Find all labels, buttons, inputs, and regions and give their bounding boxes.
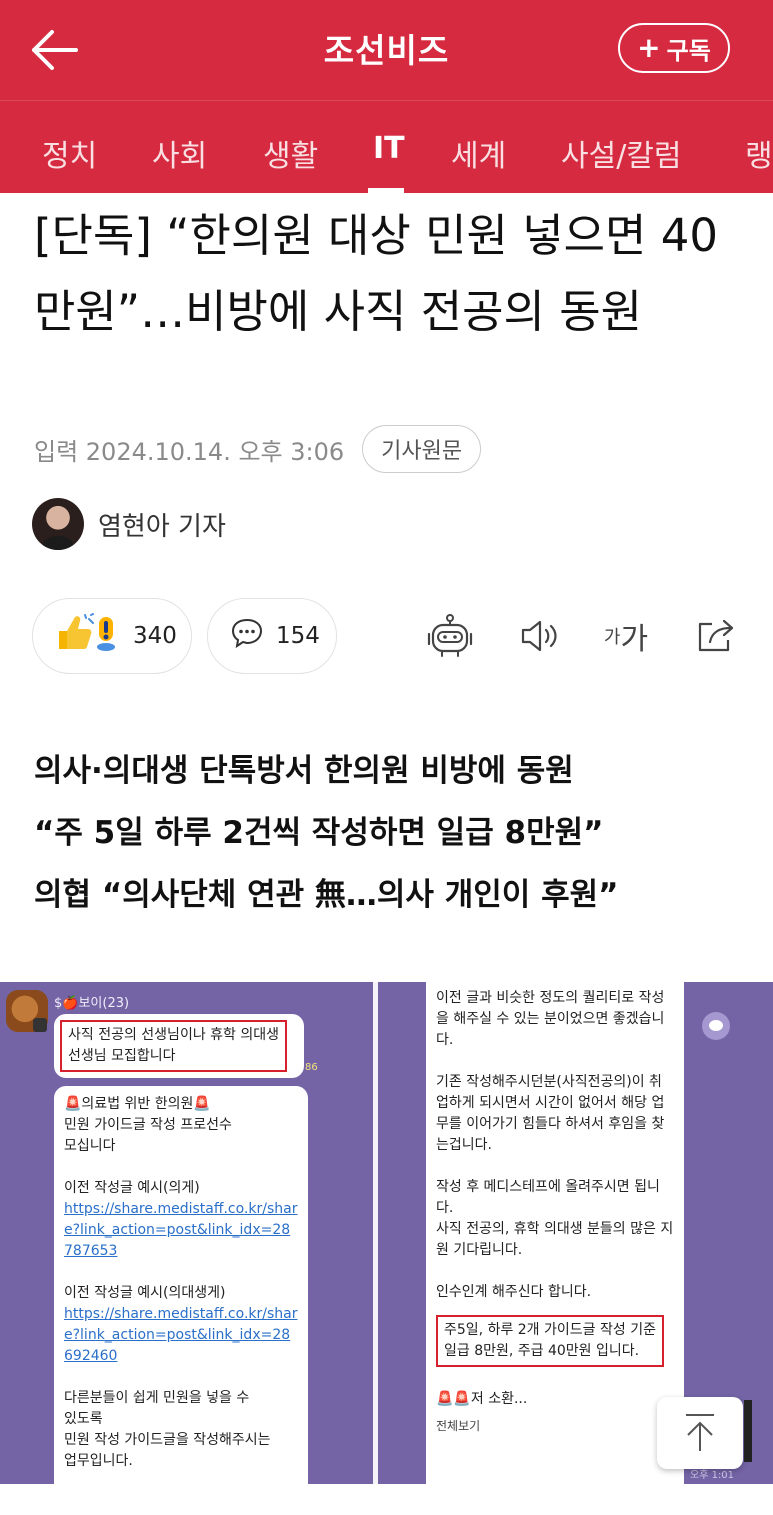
article-summary: 의사·의대생 단톡방서 한의원 비방에 동원 “주 5일 하루 2건씩 작성하면… [34, 740, 744, 926]
font-small-glyph: 가 [603, 627, 621, 648]
chat-line: 모십니다 [64, 1138, 116, 1154]
font-size-icon[interactable]: 가가 [600, 610, 652, 662]
chat-paragraph: 이전 글과 비슷한 정도의 퀄리티로 작성을 해주실 수 있는 분이었으면 좋겠… [436, 990, 665, 1048]
original-article-button[interactable]: 기사원문 [362, 425, 482, 473]
tts-speaker-icon[interactable] [514, 610, 566, 662]
chat-line: 선생님 모집합니다 [68, 1048, 176, 1064]
chat-line: 이전 작성글 예시(의게) [64, 1180, 200, 1196]
chat-paragraph: 사직 전공의, 휴학 의대생 분들의 많은 지원 기다립니다. [436, 1221, 674, 1258]
chat-line: 다른분들이 쉽게 민원을 넣을 수 [64, 1390, 250, 1406]
author-name[interactable]: 염현아 기자 [98, 506, 226, 543]
chat-line: 업무입니다. [64, 1453, 133, 1469]
chat-bubble: 사직 전공의 선생님이나 휴학 의대생 선생님 모집합니다 [54, 1014, 304, 1078]
chat-link[interactable]: https://share.medistaff.co.kr/share?link… [64, 1201, 297, 1259]
chat-menu-icon [702, 1012, 730, 1040]
tab-world[interactable]: 세계 [451, 131, 506, 175]
highlight-box: 주5일, 하루 2개 가이드글 작성 기준 일급 8만원, 주급 40만원 입니… [436, 1315, 664, 1367]
tab-society[interactable]: 사회 [152, 131, 207, 175]
chat-badge-icon [33, 1018, 47, 1032]
font-large-glyph: 가 [620, 622, 649, 657]
see-all-link[interactable]: 전체보기 [436, 1416, 674, 1437]
plus-icon: + [637, 31, 661, 64]
summary-line: 의협 “의사단체 연관 無…의사 개인이 후원” [34, 877, 619, 913]
author-row[interactable]: 염현아 기자 [32, 498, 226, 550]
reaction-icon [55, 613, 121, 659]
top-bar: 조선비즈 + 구독 [0, 0, 773, 100]
subscribe-label: 구독 [666, 36, 711, 65]
chat-line: 이전 작성글 예시(의대생게) [64, 1285, 226, 1301]
comment-button[interactable]: 154 [207, 598, 337, 674]
chat-line: 주5일, 하루 2개 가이드글 작성 기준 [444, 1322, 656, 1338]
reaction-count: 340 [133, 623, 177, 649]
chat-sender-name: $🍎보이(23) [54, 996, 130, 1011]
summary-line: “주 5일 하루 2건씩 작성하면 일급 8만원” [34, 815, 604, 851]
chat-line: 일급 8만원, 주급 40만원 입니다. [444, 1343, 640, 1359]
comment-count: 154 [276, 623, 320, 649]
highlight-box: 사직 전공의 선생님이나 휴학 의대생 선생님 모집합니다 [60, 1020, 287, 1072]
share-icon[interactable] [690, 610, 742, 662]
chat-paragraph: 작성 후 메디스테프에 올려주시면 됩니다. [436, 1179, 660, 1216]
chat-bubble: 이전 글과 비슷한 정도의 퀄리티로 작성을 해주실 수 있는 분이었으면 좋겠… [426, 982, 684, 1484]
chat-line: 사직 전공의 선생님이나 휴학 의대생 [68, 1027, 279, 1043]
chat-line: 🚨🚨저 소환... [436, 1391, 528, 1407]
chat-paragraph: 기존 작성해주시던분(사직전공의)이 취업하게 되시면서 시간이 없어서 해당 … [436, 1074, 665, 1153]
tab-editorial[interactable]: 사설/칼럼 [561, 131, 682, 175]
active-tab-indicator [368, 188, 404, 193]
article-title: [단독] “한의원 대상 민원 넣으면 40만원”…비방에 사직 전공의 동원 [34, 209, 719, 338]
chat-bubble: 🚨의료법 위반 한의원🚨 민원 가이드글 작성 프로선수 모십니다 이전 작성글… [54, 1086, 308, 1484]
ai-bot-icon[interactable] [424, 610, 476, 662]
arrow-up-icon [686, 1414, 714, 1451]
author-avatar[interactable] [32, 498, 84, 550]
reaction-button[interactable]: 340 [32, 598, 192, 674]
tab-politics[interactable]: 정치 [42, 131, 97, 175]
tab-it[interactable]: IT [373, 131, 405, 166]
publish-date: 입력 2024.10.14. 오후 3:06 [34, 437, 345, 466]
subscribe-button[interactable]: + 구독 [618, 23, 730, 73]
chat-line: 민원 가이드글 작성 프로선수 [64, 1117, 232, 1133]
tab-ranking[interactable]: 랭 [745, 131, 773, 175]
category-nav: 정치 사회 생활 IT 세계 사설/칼럼 랭 [0, 100, 773, 193]
chat-paragraph: 인수인계 해주신다 합니다. [436, 1284, 592, 1300]
tab-life[interactable]: 생활 [263, 131, 318, 175]
image-divider [373, 982, 378, 1484]
chat-line: 있도록 [64, 1411, 103, 1427]
chat-line: 🚨의료법 위반 한의원🚨 [64, 1096, 211, 1112]
chat-line: 민원 작성 가이드글을 작성해주시는 [64, 1432, 271, 1448]
scrollbar[interactable] [744, 1400, 752, 1462]
article-meta: 입력 2024.10.14. 오후 3:06 기사원문 [34, 425, 482, 473]
chat-link[interactable]: https://share.medistaff.co.kr/share?link… [64, 1306, 297, 1364]
scroll-to-top-button[interactable] [657, 1397, 743, 1469]
summary-line: 의사·의대생 단톡방서 한의원 비방에 동원 [34, 753, 574, 789]
comment-icon [230, 617, 264, 655]
unread-count: 86 [305, 1062, 318, 1073]
